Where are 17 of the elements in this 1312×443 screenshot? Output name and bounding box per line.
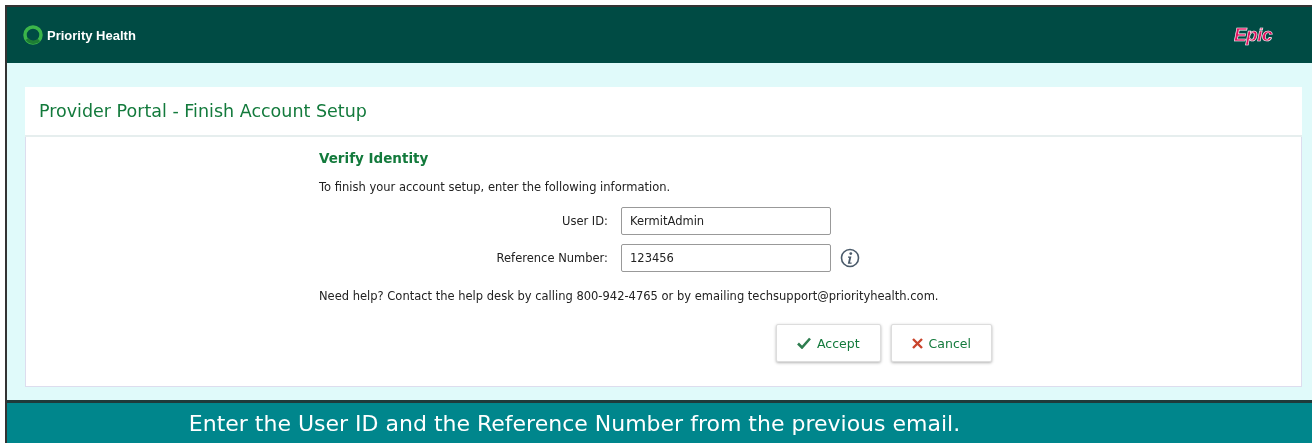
field-label: User ID: [561, 214, 609, 228]
intro-text: To finish your account setup, enter the following information. [319, 180, 672, 194]
check-icon [797, 337, 811, 349]
page-title: Provider Portal - Finish Account Setup [25, 87, 1302, 137]
info-icon[interactable] [840, 248, 860, 268]
section-heading: Verify Identity [319, 150, 430, 166]
logo-icon [23, 25, 43, 45]
cancel-button[interactable]: Cancel [890, 324, 992, 362]
close-icon [911, 337, 923, 349]
vendor-logo: Epic [1233, 24, 1272, 46]
field-label: Reference Number: [495, 251, 609, 265]
brand-name: Priority Health [47, 27, 136, 43]
text-field[interactable]: 123456 [621, 244, 831, 272]
text-field[interactable]: KermitAdmin [621, 207, 831, 235]
caption-text: Enter the User ID and the Reference Number from the previous email. [188, 410, 961, 436]
accept-button[interactable]: Accept [776, 324, 881, 362]
help-text: Need help? Contact the help desk by calling 800-942-4765 or by emailing techsupport@priorityhealth.com. [319, 289, 940, 303]
